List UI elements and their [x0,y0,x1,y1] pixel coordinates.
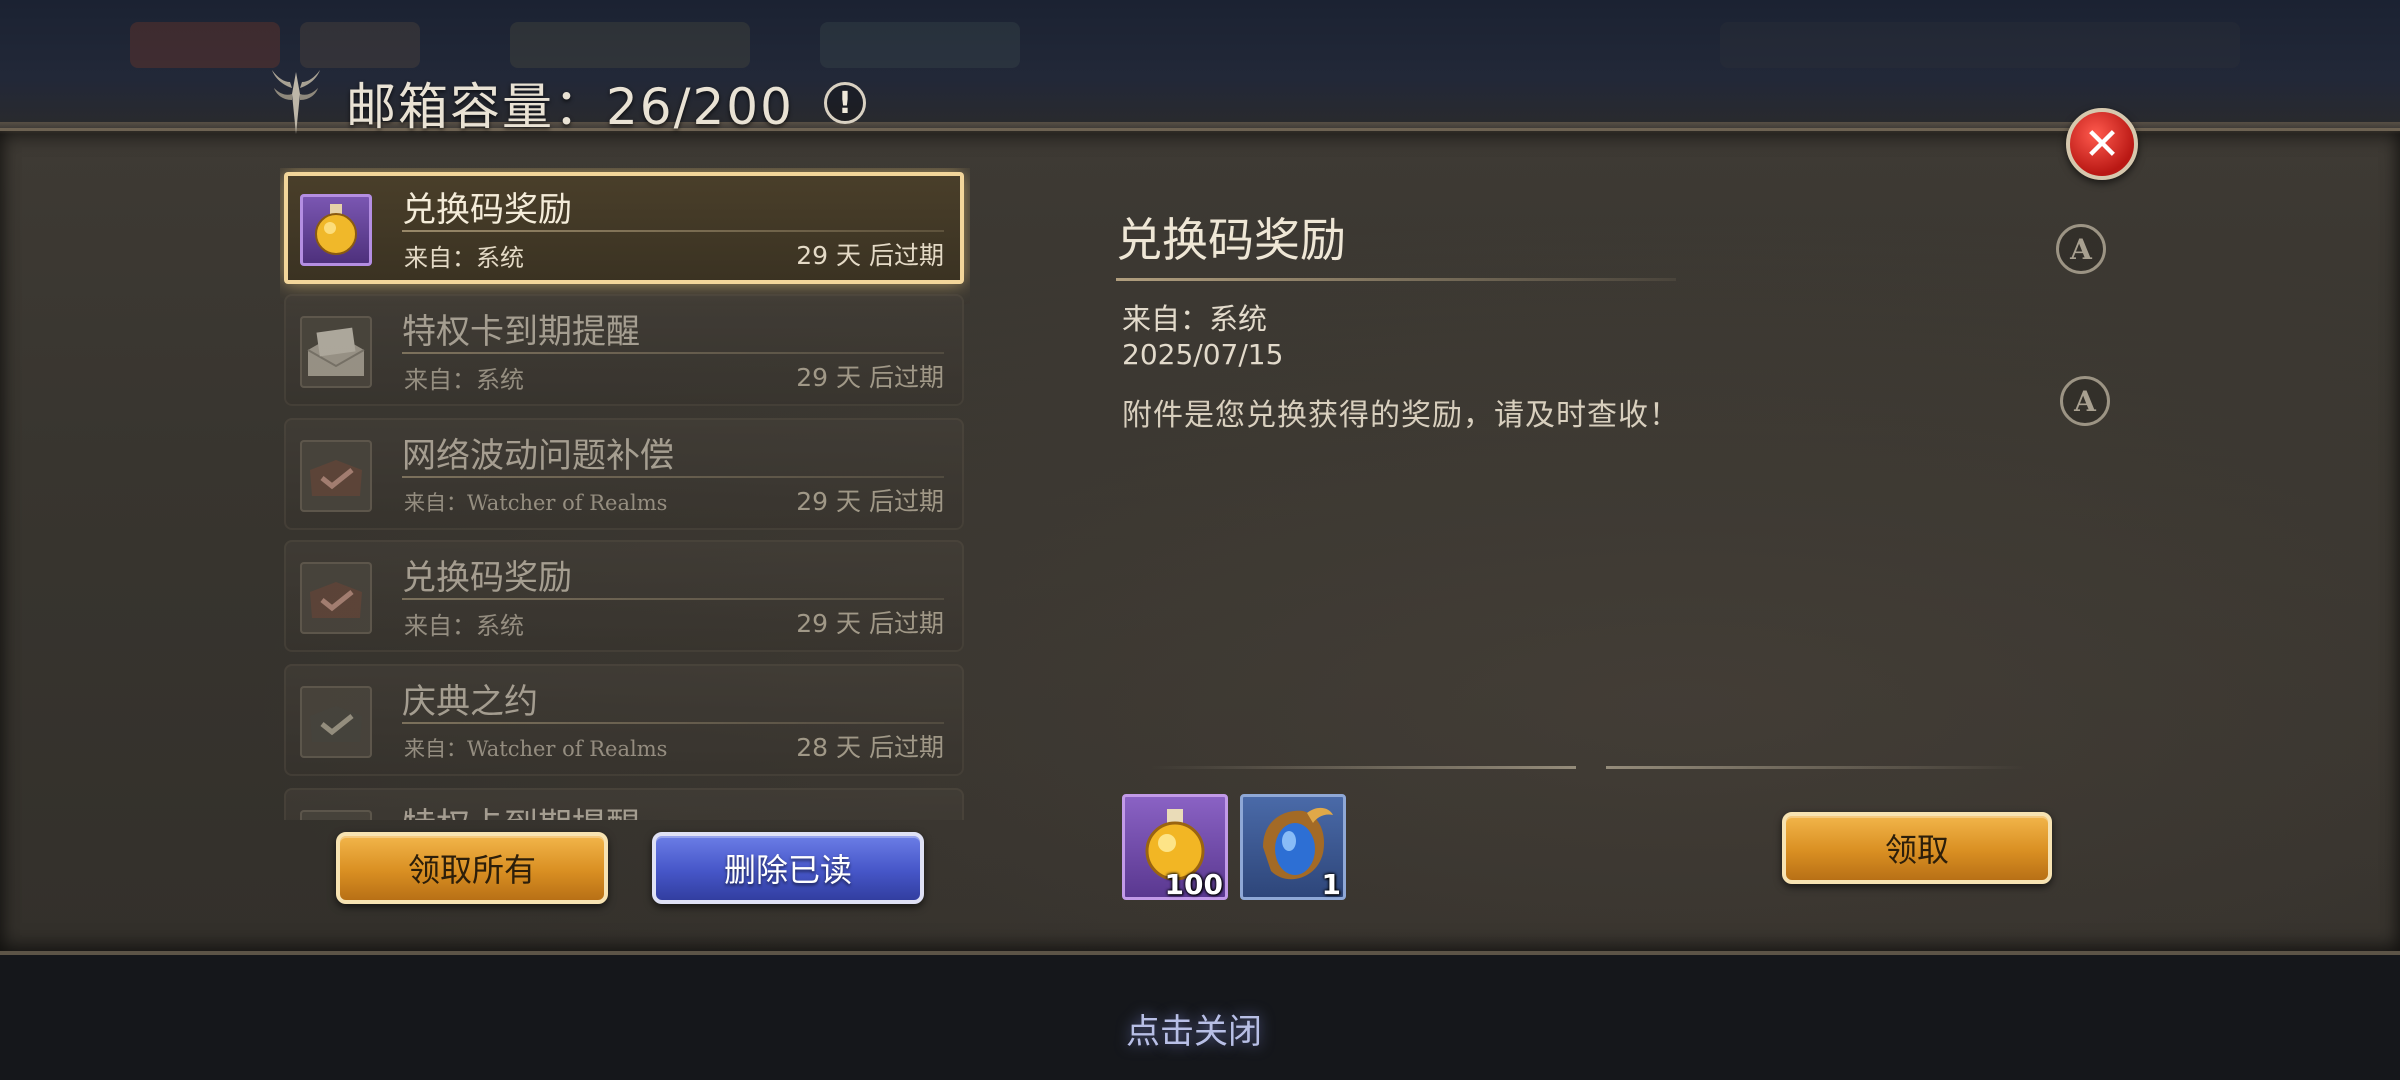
mailbox-capacity-title: 邮箱容量：26/200 [346,78,794,136]
a-badge-icon: A [2056,224,2106,274]
mail-divider [402,476,944,478]
mail-expiry: 29 天 后过期 [796,241,944,270]
mail-expiry: 28 天 后过期 [796,733,944,762]
mail-detail-title: 兑换码奖励 [1116,213,1346,267]
mail-item[interactable]: 兑换码奖励 来自：系统 29 天 后过期 [284,540,964,652]
mail-detail-date: 2025/07/15 [1122,338,1284,371]
mail-expiry: 29 天 后过期 [796,363,944,392]
mail-detail-sender: 来自：系统 [1122,302,1268,336]
a-badge-icon: A [2060,376,2110,426]
attachment-count: 100 [1164,868,1223,901]
hud-avatar-blur [130,22,280,68]
mail-item[interactable]: 庆典之约 来自：Watcher of Realms 28 天 后过期 [284,664,964,776]
envelope-icon [300,810,372,820]
mail-title: 兑换码奖励 [402,558,572,598]
mail-title: 特权卡到期提醒 [402,798,640,820]
mail-item[interactable]: 兑换码奖励 来自：系统 29 天 后过期 [284,172,964,284]
attachment-item[interactable]: 1 [1240,794,1346,901]
mailbox-screen: 邮箱容量：26/200 ! ✕ 兑换码奖励 来自：系统 29 天 后过期 特权卡… [0,0,2400,1080]
mail-title: 兑换码奖励 [402,190,572,230]
potion-icon [300,194,372,266]
mail-sender: 来自：系统 [404,244,524,272]
envelope-check-icon [300,562,372,634]
mail-title: 网络波动问题补偿 [402,436,674,476]
envelope-check-icon [300,440,372,512]
mail-sender: 来自：系统 [404,612,524,640]
info-icon[interactable]: ! [823,82,866,124]
mail-divider [402,722,944,724]
mail-expiry: 29 天 后过期 [796,609,944,638]
mail-sender: 来自：Watcher of Realms [404,491,668,515]
mail-sender: 来自：Watcher of Realms [404,737,668,761]
attachment-divider-left [1150,766,1576,769]
mail-divider [402,598,944,600]
mail-list[interactable]: 兑换码奖励 来自：系统 29 天 后过期 特权卡到期提醒 来自：系统 29 天 … [280,168,970,820]
mail-divider [402,230,944,232]
claim-all-button[interactable]: 领取所有 [336,832,608,904]
attachment-divider-right [1606,766,2026,769]
mail-divider [402,352,944,354]
envelope-check-icon [300,686,372,758]
mail-item[interactable]: 特权卡到期提醒 [284,788,964,820]
winged-emblem-icon [272,70,320,134]
mail-title: 特权卡到期提醒 [402,312,640,352]
mailbox-header: 邮箱容量：26/200 ! [270,58,866,148]
tap-to-close-hint[interactable]: 点击关闭 [1126,1004,1262,1053]
mail-expiry: 29 天 后过期 [796,487,944,516]
hud-menu-blur [1720,22,2240,68]
claim-button[interactable]: 领取 [1782,812,2052,884]
close-icon[interactable]: ✕ [2066,108,2138,180]
mail-title: 庆典之约 [402,682,538,722]
mail-sender: 来自：系统 [404,366,524,394]
mail-item[interactable]: 网络波动问题补偿 来自：Watcher of Realms 29 天 后过期 [284,418,964,530]
mail-detail-body: 附件是您兑换获得的奖励，请及时查收！ [1122,398,1680,433]
envelope-icon [300,316,372,388]
detail-divider [1116,278,1676,281]
attachment-count: 1 [1321,868,1341,901]
mail-item[interactable]: 特权卡到期提醒 来自：系统 29 天 后过期 [284,294,964,406]
delete-read-button[interactable]: 删除已读 [652,832,924,904]
attachment-item[interactable]: 100 [1122,794,1228,901]
